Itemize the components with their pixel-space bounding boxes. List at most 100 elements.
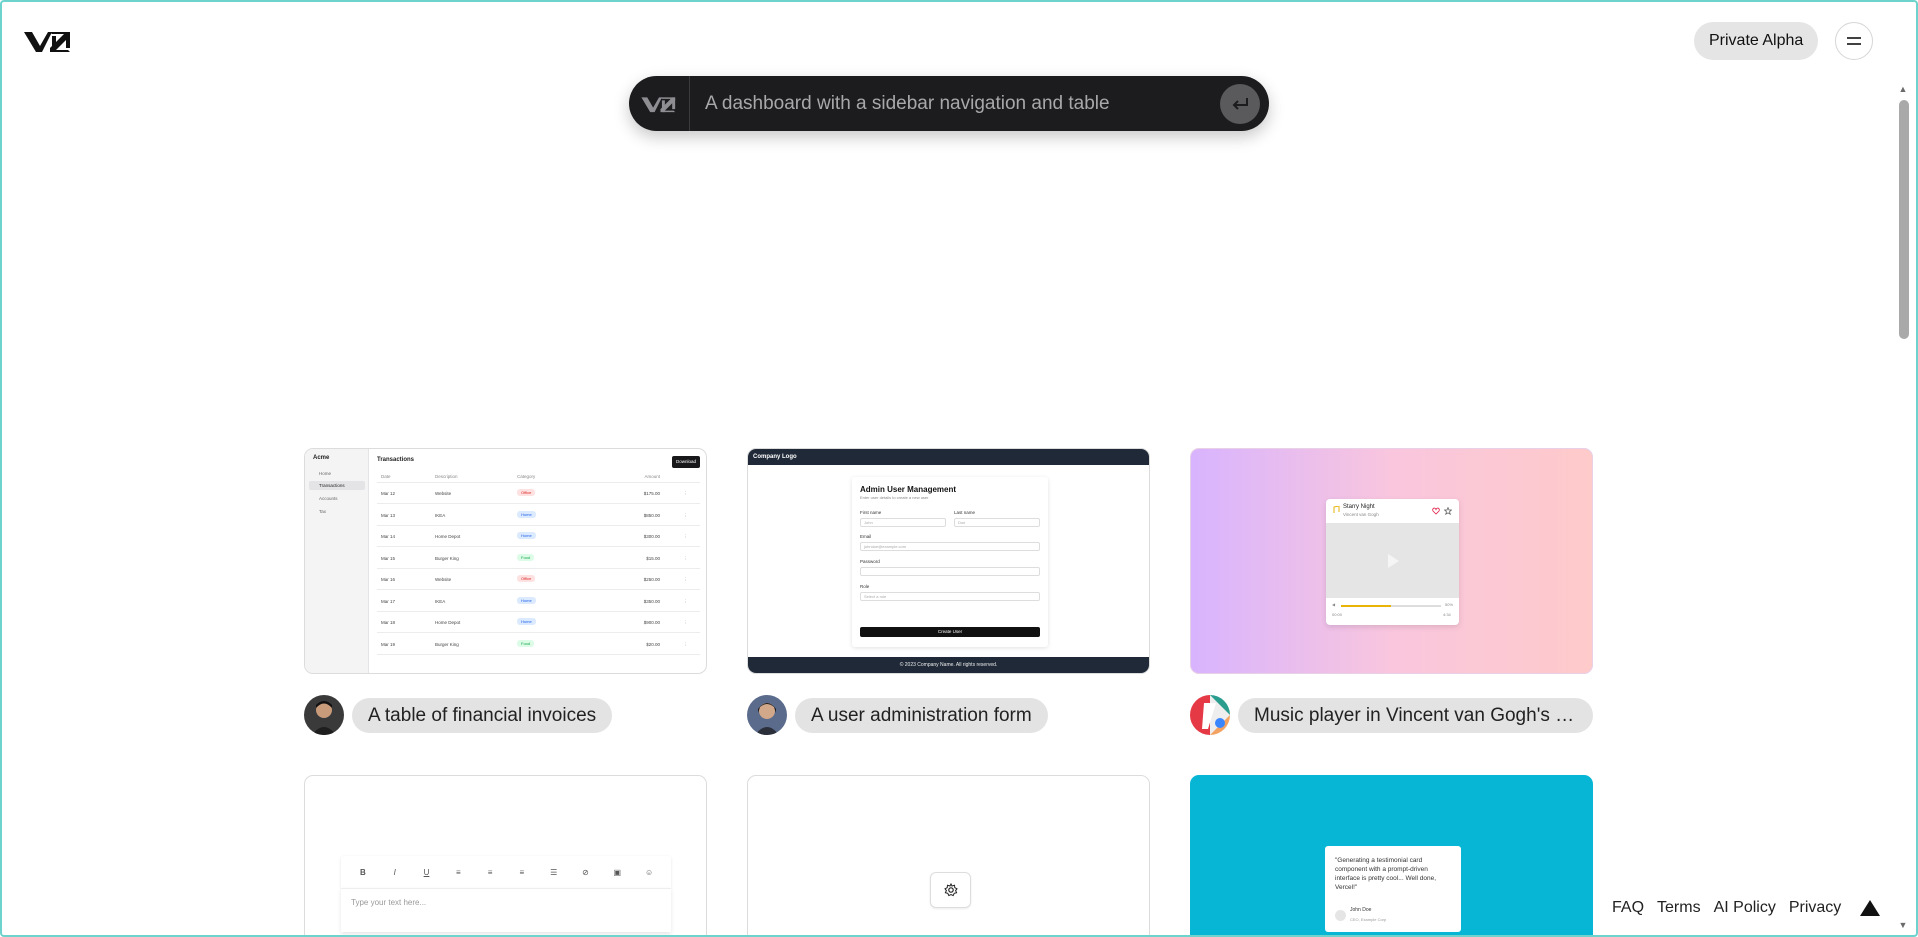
preview-cell: $300.00 — [643, 534, 660, 539]
preview-form-subtitle: Enter user details to create a new user — [860, 495, 929, 500]
avatar — [304, 695, 344, 735]
preview-row-menu-icon: ⋮ — [683, 620, 689, 625]
preview-cell: $175.00 — [643, 491, 660, 496]
preview-form-title: Admin User Management — [860, 485, 957, 494]
preview-cell: $850.00 — [643, 512, 660, 518]
gallery-caption[interactable]: A table of financial invoices — [304, 694, 613, 736]
enter-return-icon — [1232, 97, 1248, 110]
gallery-caption[interactable]: Music player in Vincent van Gogh's s... — [1190, 694, 1593, 736]
preview-nav-item: Tax — [319, 509, 327, 514]
preview-quote: "Generating a testimonial card component… — [1335, 857, 1437, 891]
preview-editor-toolbar: B I U ≡ ≡ ≡ ☰ ⊘ ▣ ☺ — [341, 856, 671, 888]
preview-cell: IKEA — [435, 598, 446, 604]
preview-settings-button — [930, 872, 971, 908]
preview-input: John — [860, 518, 946, 527]
preview-label: Email — [860, 534, 872, 539]
preview-cell: Website — [435, 577, 452, 582]
preview-row-menu-icon: ⋮ — [683, 491, 689, 496]
link-icon: ⊘ — [582, 867, 589, 877]
preview-category-pill: Home — [517, 618, 536, 625]
preview-main: Transactions Download Date Description C… — [369, 449, 706, 673]
preview-video-area — [1326, 523, 1459, 598]
align-center-icon: ≡ — [487, 867, 493, 877]
gallery-card-invoices[interactable]: Acme Home Transactions Accounts Tax Tran… — [304, 448, 707, 674]
preview-cell: IKEA — [435, 512, 446, 518]
preview-label: Role — [860, 584, 870, 589]
preview-cell: Home Depot — [435, 620, 461, 625]
vercel-triangle-icon[interactable] — [1858, 898, 1882, 918]
preview-category-pill: Home — [517, 532, 536, 539]
gallery-card-music-player[interactable]: Starry Night Vincent van Gogh ◀︎ 50% 00:… — [1190, 448, 1593, 674]
scroll-up-arrow[interactable]: ▲ — [1897, 84, 1909, 94]
preview-nav-item: Transactions — [309, 481, 365, 490]
preview-label: Last name — [954, 510, 976, 515]
preview-cell: Mar 19 — [381, 641, 396, 647]
v0-logo-icon[interactable] — [22, 26, 74, 56]
footer-link-terms[interactable]: Terms — [1657, 899, 1701, 917]
gallery-caption[interactable]: A user administration form — [747, 694, 1048, 736]
preview-table-row: Mar 13 IKEA Home $850.00 ⋮ — [377, 505, 700, 526]
gallery-card-settings[interactable] — [747, 775, 1150, 937]
v0-logo-icon — [641, 96, 676, 112]
preview-row-menu-icon: ⋮ — [683, 534, 689, 539]
preview-table-row: Mar 17 IKEA Home $350.00 ⋮ — [377, 591, 700, 612]
preview-table-row: Mar 19 Burger King Food $20.00 ⋮ — [377, 634, 700, 655]
gallery-card-admin-form[interactable]: Company Logo Admin User Management Enter… — [747, 448, 1150, 674]
gallery-card-testimonial[interactable]: "Generating a testimonial card component… — [1190, 775, 1593, 937]
preview-nav-item: Home — [319, 471, 332, 476]
footer-link-ai-policy[interactable]: AI Policy — [1714, 899, 1776, 917]
preview-input: johndoe@example.com — [860, 542, 1040, 551]
preview-time-elapsed: 00:00 — [1332, 612, 1343, 617]
image-icon: ▣ — [613, 867, 622, 877]
preview-cell: Home Depot — [435, 534, 461, 539]
prompt-bar[interactable]: A dashboard with a sidebar navigation an… — [629, 76, 1269, 131]
prompt-logo — [629, 76, 690, 131]
gallery-card-text-editor[interactable]: B I U ≡ ≡ ≡ ☰ ⊘ ▣ ☺ Type your text here.… — [304, 775, 707, 937]
preview-player: Starry Night Vincent van Gogh ◀︎ 50% 00:… — [1326, 499, 1459, 625]
preview-cell: Mar 18 — [381, 620, 396, 625]
preview-testimonial-card: "Generating a testimonial card component… — [1325, 846, 1461, 932]
preview-nav-item: Accounts — [319, 496, 338, 501]
preview-table-row: Mar 12 Website Office $175.00 ⋮ — [377, 483, 700, 504]
preview-cell: Mar 17 — [381, 598, 396, 604]
preview-category-pill: Office — [517, 575, 536, 582]
preview-row-menu-icon: ⋮ — [683, 512, 689, 518]
preview-download-button: Download — [671, 456, 700, 468]
private-alpha-button[interactable]: Private Alpha — [1694, 22, 1819, 60]
list-icon: ☰ — [550, 867, 558, 877]
star-icon — [1444, 507, 1452, 515]
preview-submit-button: Create User — [860, 627, 1040, 637]
gear-icon — [943, 883, 958, 897]
preview-time-total: 4:34 — [1443, 612, 1451, 617]
preview-category-pill: Food — [517, 553, 535, 561]
preview-progress-fill — [1341, 605, 1391, 607]
hamburger-menu-icon — [1847, 37, 1861, 45]
menu-button[interactable] — [1835, 22, 1873, 60]
prompt-input[interactable]: A dashboard with a sidebar navigation an… — [690, 93, 1220, 115]
emoji-icon: ☺ — [644, 867, 654, 877]
preview-title: Transactions — [377, 457, 415, 463]
preview-topbar: Company Logo — [748, 449, 1149, 465]
submit-button[interactable] — [1220, 83, 1260, 124]
align-right-icon: ≡ — [519, 867, 525, 877]
preview-row-menu-icon: ⋮ — [683, 598, 689, 604]
scroll-down-arrow[interactable]: ▼ — [1897, 920, 1909, 930]
caption-bubble: A table of financial invoices — [352, 697, 613, 733]
footer-link-privacy[interactable]: Privacy — [1789, 899, 1841, 917]
preview-table-row: Mar 18 Home Depot Home $900.00 ⋮ — [377, 612, 700, 633]
music-note-icon — [1333, 506, 1340, 513]
preview-cell: $20.00 — [646, 641, 660, 647]
preview-row-menu-icon: ⋮ — [683, 641, 689, 647]
avatar — [1190, 695, 1230, 735]
preview-row-menu-icon: ⋮ — [683, 555, 689, 561]
preview-category-pill: Food — [517, 639, 535, 647]
preview-table-row: Mar 14 Home Depot Home $300.00 ⋮ — [377, 526, 700, 547]
avatar — [747, 695, 787, 735]
scrollbar-thumb[interactable] — [1899, 100, 1909, 339]
preview-volume: 50% — [1445, 602, 1454, 607]
heart-icon — [1432, 507, 1440, 515]
preview-select: Select a role — [860, 592, 1040, 601]
play-icon — [1388, 554, 1399, 568]
footer-link-faq[interactable]: FAQ — [1612, 899, 1644, 917]
preview-table-row: Mar 16 Website Office $250.00 ⋮ — [377, 569, 700, 590]
